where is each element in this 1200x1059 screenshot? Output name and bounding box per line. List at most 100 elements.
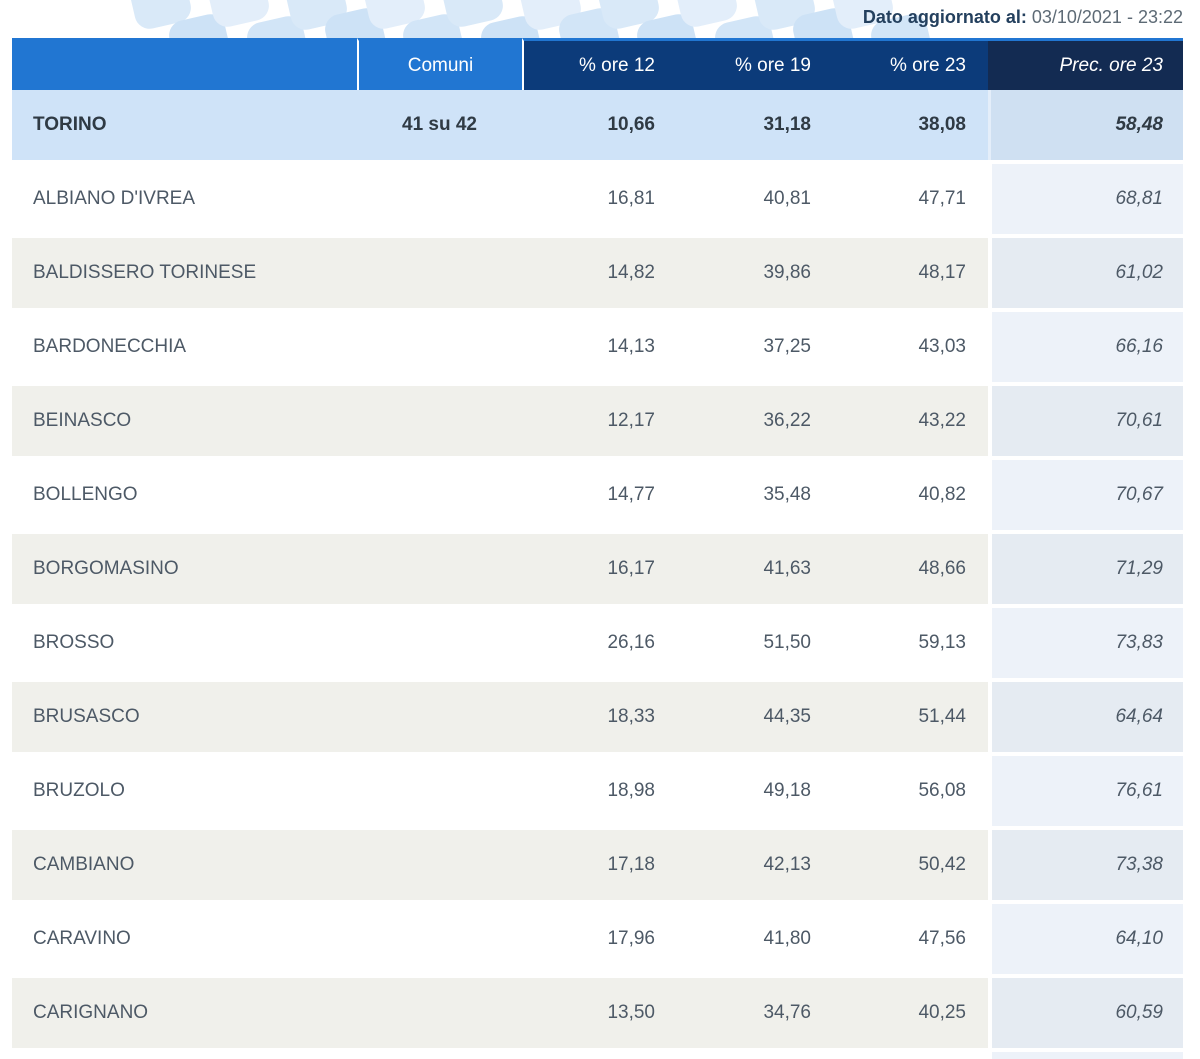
prec-value: 66,16 [988, 312, 1183, 382]
header-prec-ore23: Prec. ore 23 [988, 38, 1183, 90]
ore23-value: 47,71 [833, 164, 988, 234]
comune-name[interactable]: BROSSO [12, 608, 357, 678]
comuni-count [357, 830, 522, 900]
comuni-count [357, 756, 522, 826]
ore19-value [677, 1052, 833, 1059]
comune-name[interactable]: BORGOMASINO [12, 534, 357, 604]
comune-name[interactable]: ALBIANO D'IVREA [12, 164, 357, 234]
ore19-value: 41,63 [677, 534, 833, 604]
comune-name[interactable]: BOLLENGO [12, 460, 357, 530]
comune-name[interactable]: BRUSASCO [12, 682, 357, 752]
prec-value: 64,10 [988, 904, 1183, 974]
table-row[interactable]: BEINASCO 12,17 36,22 43,22 70,61 [12, 386, 1183, 456]
ore23-value: 59,13 [833, 608, 988, 678]
ore12-value: 18,33 [522, 682, 677, 752]
table-header-row: Comuni % ore 12 % ore 19 % ore 23 Prec. … [12, 38, 1183, 90]
comuni-count [357, 904, 522, 974]
header-ore23: % ore 23 [833, 38, 988, 90]
comuni-count [357, 534, 522, 604]
table-row[interactable]: CARAVINO 17,96 41,80 47,56 64,10 [12, 904, 1183, 974]
ore23-value: 40,25 [833, 978, 988, 1048]
ore12-value: 17,96 [522, 904, 677, 974]
ore12-value: 13,50 [522, 978, 677, 1048]
ore12-value: 18,98 [522, 756, 677, 826]
ore12-value: 26,16 [522, 608, 677, 678]
comuni-count [357, 1052, 522, 1059]
ore12-value: 12,17 [522, 386, 677, 456]
table-row[interactable]: BRUZOLO 18,98 49,18 56,08 76,61 [12, 756, 1183, 826]
turnout-table: Comuni % ore 12 % ore 19 % ore 23 Prec. … [12, 38, 1183, 1059]
ore23-value: 48,17 [833, 238, 988, 308]
table-row[interactable]: BOLLENGO 14,77 35,48 40,82 70,67 [12, 460, 1183, 530]
ore19-value: 41,80 [677, 904, 833, 974]
header-empty-cell [12, 38, 357, 90]
table-row[interactable]: ALBIANO D'IVREA 16,81 40,81 47,71 68,81 [12, 164, 1183, 234]
table-row[interactable]: BORGOMASINO 16,17 41,63 48,66 71,29 [12, 534, 1183, 604]
ore19-value: 51,50 [677, 608, 833, 678]
prec-value: 73,38 [988, 830, 1183, 900]
ore19-value: 40,81 [677, 164, 833, 234]
prec-value [988, 1052, 1183, 1059]
ore23-value: 43,03 [833, 312, 988, 382]
comune-name[interactable]: CARIGNANO [12, 978, 357, 1048]
ore23-value: 48,66 [833, 534, 988, 604]
ore19-value: 39,86 [677, 238, 833, 308]
prec-value: 58,48 [988, 90, 1183, 160]
header-ore12: % ore 12 [522, 38, 677, 90]
ore23-value: 40,82 [833, 460, 988, 530]
table-row[interactable]: CARIGNANO 13,50 34,76 40,25 60,59 [12, 978, 1183, 1048]
ore23-value: 56,08 [833, 756, 988, 826]
comuni-count [357, 608, 522, 678]
ore12-value: 16,81 [522, 164, 677, 234]
comuni-count [357, 386, 522, 456]
ore23-value: 47,56 [833, 904, 988, 974]
comuni-count [357, 978, 522, 1048]
comuni-count [357, 238, 522, 308]
comune-name[interactable]: BALDISSERO TORINESE [12, 238, 357, 308]
comuni-count [357, 312, 522, 382]
table-row[interactable]: BROSSO 26,16 51,50 59,13 73,83 [12, 608, 1183, 678]
ore12-value [522, 1052, 677, 1059]
ore19-value: 36,22 [677, 386, 833, 456]
prec-value: 71,29 [988, 534, 1183, 604]
prec-value: 61,02 [988, 238, 1183, 308]
comune-name[interactable]: CARAVINO [12, 904, 357, 974]
ore23-value [833, 1052, 988, 1059]
updated-value: 03/10/2021 - 23:22 [1031, 7, 1183, 27]
prec-value: 70,67 [988, 460, 1183, 530]
comune-name[interactable]: BEINASCO [12, 386, 357, 456]
comune-name[interactable]: BRUZOLO [12, 756, 357, 826]
ore23-value: 43,22 [833, 386, 988, 456]
updated-label: Dato aggiornato al: [862, 7, 1027, 27]
comuni-count [357, 460, 522, 530]
comune-name[interactable]: TORINO [12, 90, 357, 160]
table-row-torino[interactable]: TORINO 41 su 42 10,66 31,18 38,08 58,48 [12, 90, 1183, 160]
comuni-count [357, 682, 522, 752]
ore12-value: 14,82 [522, 238, 677, 308]
ore19-value: 35,48 [677, 460, 833, 530]
header-comuni: Comuni [357, 38, 522, 90]
prec-value: 68,81 [988, 164, 1183, 234]
prec-value: 70,61 [988, 386, 1183, 456]
comune-name [12, 1052, 357, 1059]
table-row[interactable]: BARDONECCHIA 14,13 37,25 43,03 66,16 [12, 312, 1183, 382]
prec-value: 73,83 [988, 608, 1183, 678]
election-turnout-page: Dato aggiornato al: 03/10/2021 - 23:22 C… [0, 0, 1200, 1059]
table-row[interactable]: CAMBIANO 17,18 42,13 50,42 73,38 [12, 830, 1183, 900]
ore12-value: 10,66 [522, 90, 677, 160]
prec-value: 76,61 [988, 756, 1183, 826]
comune-name[interactable]: CAMBIANO [12, 830, 357, 900]
ore19-value: 34,76 [677, 978, 833, 1048]
ore12-value: 17,18 [522, 830, 677, 900]
ore19-value: 44,35 [677, 682, 833, 752]
header-ore19: % ore 19 [677, 38, 833, 90]
table-row[interactable]: BRUSASCO 18,33 44,35 51,44 64,64 [12, 682, 1183, 752]
table-row[interactable]: BALDISSERO TORINESE 14,82 39,86 48,17 61… [12, 238, 1183, 308]
ore23-value: 51,44 [833, 682, 988, 752]
last-updated: Dato aggiornato al: 03/10/2021 - 23:22 [863, 7, 1183, 28]
ore19-value: 42,13 [677, 830, 833, 900]
comune-name[interactable]: BARDONECCHIA [12, 312, 357, 382]
ore19-value: 31,18 [677, 90, 833, 160]
comuni-count: 41 su 42 [357, 90, 522, 160]
table-body: ALBIANO D'IVREA 16,81 40,81 47,71 68,81 … [12, 164, 1183, 1048]
